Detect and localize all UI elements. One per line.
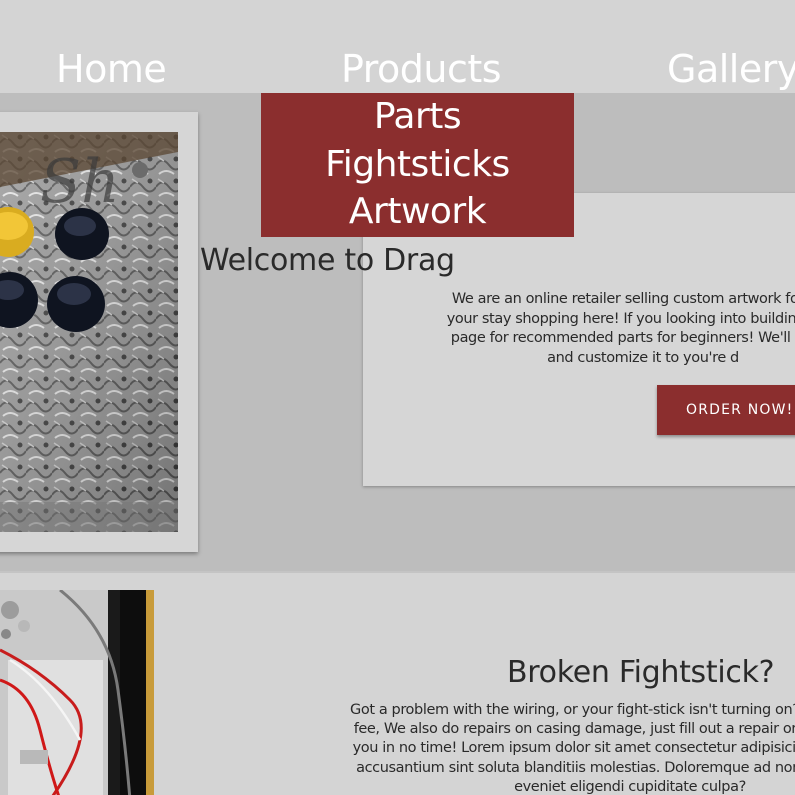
repair-description: Got a problem with the wiring, or your f… (0, 701, 795, 795)
repair-text-line: eveniet eligendi cupiditate culpa? (514, 778, 746, 795)
welcome-text-line: page for recommended parts for beginners… (450, 330, 795, 346)
welcome-text-line: your stay shopping here! If you looking … (446, 310, 795, 327)
order-now-button[interactable]: ORDER NOW! (657, 385, 795, 435)
repair-text-line: you in no time! Lorem ipsum dolor sit am… (352, 740, 795, 757)
nav-gallery-link[interactable]: Gallery (667, 44, 795, 94)
dropdown-item-artwork[interactable]: Artwork (261, 188, 574, 236)
dropdown-item-parts[interactable]: Parts (261, 93, 574, 141)
repair-section: Broken Fightstick? Got a problem with th… (0, 571, 795, 795)
fightstick-photo: Sh (0, 132, 178, 532)
repair-title: Broken Fightstick? (507, 655, 775, 690)
welcome-description: We are an online retailer selling custom… (363, 290, 795, 368)
svg-text:Sh: Sh (40, 147, 120, 217)
dropdown-item-fightsticks[interactable]: Fightsticks (261, 141, 574, 189)
repair-text-line: accusantium sint soluta blanditiis moles… (356, 759, 795, 776)
nav-products-link[interactable]: Products (341, 44, 502, 94)
welcome-text-line: and customize it to you're d (547, 349, 739, 366)
products-dropdown-menu: Parts Fightsticks Artwork (261, 93, 574, 237)
nav-home-link[interactable]: Home (56, 44, 167, 94)
page: Home Products Gallery Sh Welcome to Drag… (0, 0, 795, 795)
welcome-text-line: We are an online retailer selling custom… (451, 291, 795, 307)
top-nav: Home Products Gallery (0, 0, 795, 93)
repair-text-line: Got a problem with the wiring, or your f… (350, 702, 795, 718)
fightstick-artwork-image: Sh (0, 132, 178, 532)
welcome-title: Welcome to Drag (200, 243, 455, 278)
fightstick-photo-frame: Sh (0, 112, 198, 552)
repair-text-line: fee, We also do repairs on casing damage… (353, 721, 795, 738)
